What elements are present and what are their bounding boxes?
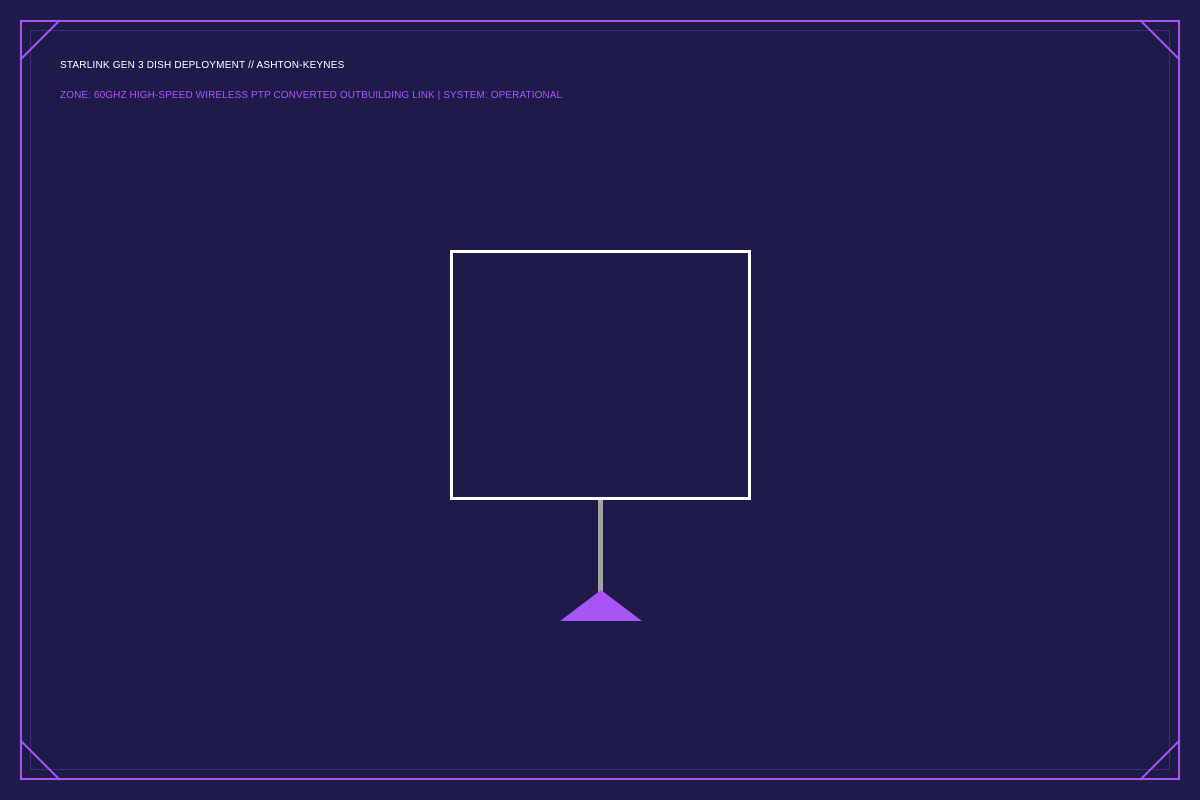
dish-mast bbox=[598, 500, 603, 592]
corner-bracket-top-left-icon bbox=[19, 19, 61, 61]
page-title: STARLINK GEN 3 DISH DEPLOYMENT // ASHTON… bbox=[60, 60, 345, 71]
corner-bracket-bottom-right-icon bbox=[1139, 739, 1181, 781]
triangle-base-icon bbox=[560, 590, 642, 621]
page-subtitle: ZONE: 60GHZ HIGH-SPEED WIRELESS PTP CONV… bbox=[60, 90, 563, 101]
corner-bracket-bottom-left-icon bbox=[19, 739, 61, 781]
corner-bracket-top-right-icon bbox=[1139, 19, 1181, 61]
dish-panel bbox=[450, 250, 751, 500]
